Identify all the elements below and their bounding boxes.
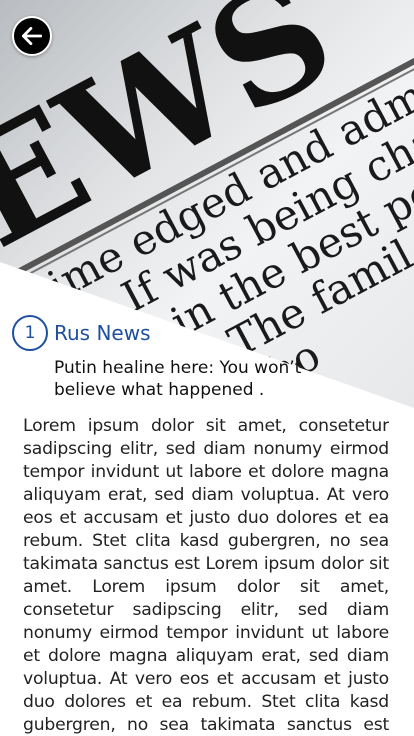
back-button[interactable] [12,16,52,56]
article-body-text: Lorem ipsum dolor sit amet, consetetur s… [23,416,389,735]
source-name[interactable]: Rus News [54,321,151,345]
article-headline: Putin healine here: You won’t believe wh… [54,358,302,400]
rank-badge: 1 [12,315,48,351]
arrow-left-icon [21,27,43,45]
article-source: 1 Rus News [12,315,151,351]
article-body: Lorem ipsum dolor sit amet, consetetur s… [23,415,389,736]
